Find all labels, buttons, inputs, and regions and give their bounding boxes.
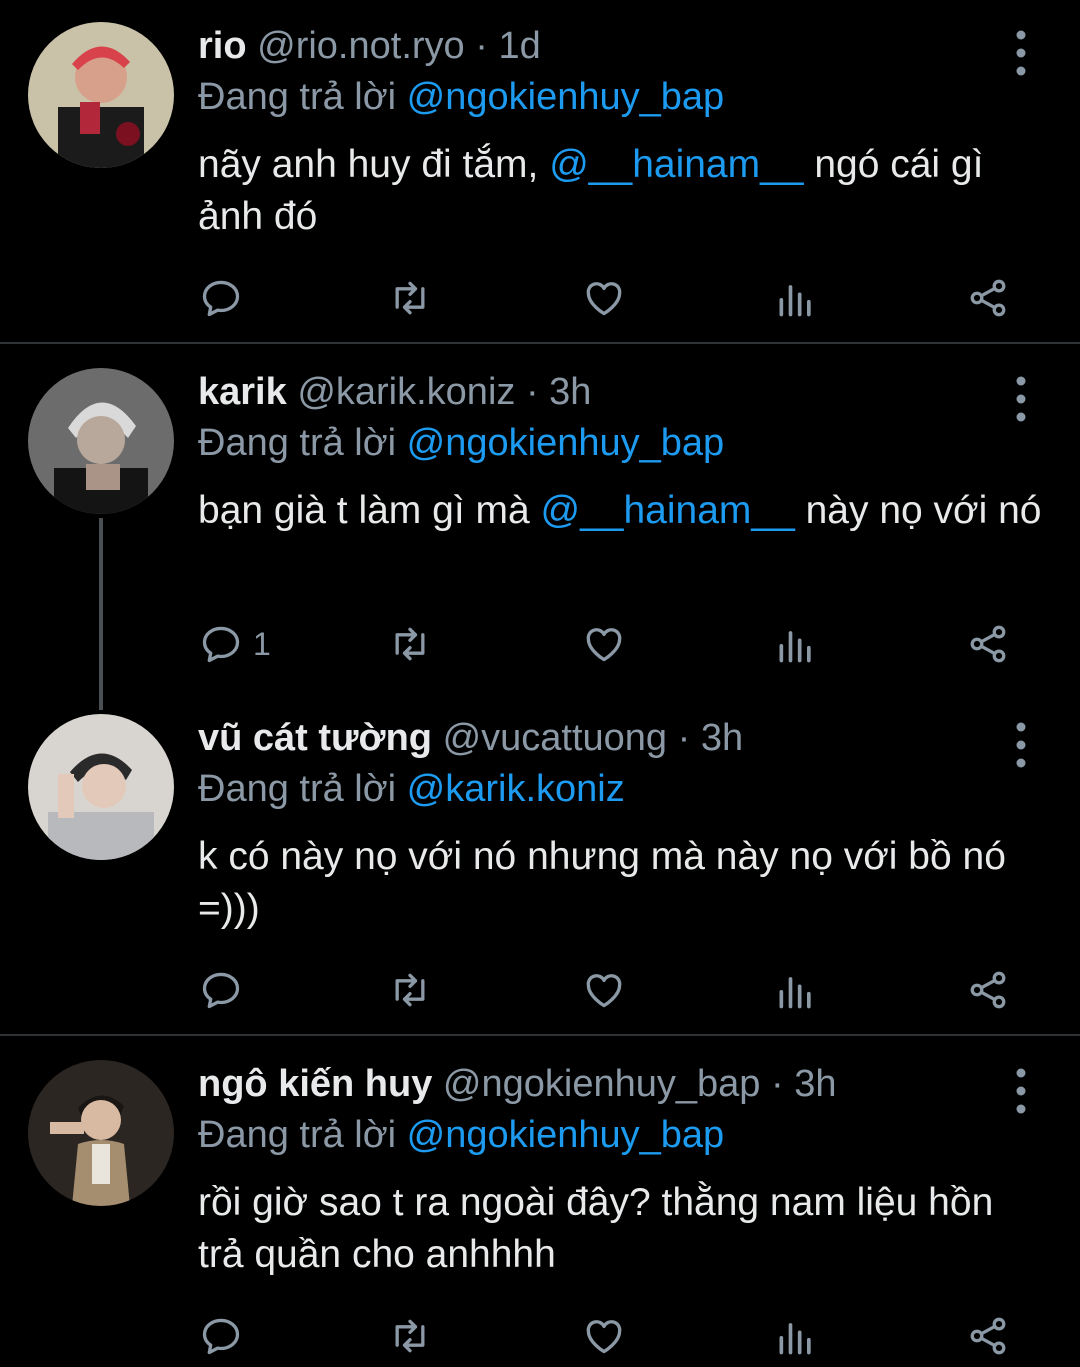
analytics-button[interactable] <box>774 1308 818 1364</box>
reply-icon <box>202 1318 240 1355</box>
divider <box>0 1034 1080 1036</box>
retweet-button[interactable] <box>388 616 432 672</box>
user-handle[interactable]: @karik.koniz <box>297 371 515 413</box>
share-button[interactable] <box>966 616 1010 672</box>
like-icon <box>586 974 622 1008</box>
reply-prefix: Đang trả lời <box>198 1114 397 1156</box>
like-icon <box>586 282 622 316</box>
tweet-text: bạn già t làm gì mà @__hainam__ này nọ v… <box>198 485 1048 537</box>
reply-context: Đang trả lời @ngokienhuy_bap <box>198 1110 724 1160</box>
reply-button[interactable] <box>199 1308 253 1364</box>
display-name[interactable]: rio <box>198 25 247 67</box>
like-icon <box>586 628 622 662</box>
action-bar: 1 <box>0 616 1080 672</box>
retweet-icon <box>395 281 425 315</box>
tweet-header: rio @rio.not.ryo · 1d <box>198 16 541 76</box>
like-button[interactable] <box>582 270 626 326</box>
analytics-icon <box>779 631 811 663</box>
thread-connector <box>99 518 103 710</box>
reply-button[interactable] <box>199 270 253 326</box>
separator: · <box>770 1063 784 1105</box>
avatar[interactable] <box>28 1060 174 1206</box>
action-bar <box>0 962 1080 1018</box>
more-icon[interactable] <box>1008 374 1034 424</box>
display-name[interactable]: ngô kiến huy <box>198 1063 432 1105</box>
text-part: bạn già t làm gì mà <box>198 489 541 532</box>
reply-count: 1 <box>253 625 271 662</box>
more-icon[interactable] <box>1008 28 1034 78</box>
text-part: rồi giờ sao t ra ngoài đây? thằng nam li… <box>198 1181 994 1276</box>
share-icon <box>970 625 1006 663</box>
analytics-button[interactable] <box>774 270 818 326</box>
mention-link[interactable]: @__hainam__ <box>549 143 803 186</box>
retweet-button[interactable] <box>388 962 432 1018</box>
reply-button[interactable]: 1 <box>199 616 271 672</box>
divider <box>0 342 1080 344</box>
analytics-button[interactable] <box>774 616 818 672</box>
share-button[interactable] <box>966 962 1010 1018</box>
analytics-icon <box>779 977 811 1009</box>
user-handle[interactable]: @ngokienhuy_bap <box>443 1063 761 1105</box>
timestamp[interactable]: 3h <box>549 371 591 413</box>
analytics-icon <box>779 1323 811 1355</box>
reply-icon <box>202 280 240 317</box>
action-bar <box>0 1308 1080 1364</box>
retweet-button[interactable] <box>388 270 432 326</box>
reply-button[interactable] <box>199 962 253 1018</box>
reply-to-link[interactable]: @ngokienhuy_bap <box>407 1114 725 1156</box>
reply-to-link[interactable]: @ngokienhuy_bap <box>407 422 725 464</box>
separator: · <box>677 717 691 759</box>
timestamp[interactable]: 3h <box>794 1063 836 1105</box>
reply-to-link[interactable]: @karik.koniz <box>407 768 625 810</box>
tweet-text: k có này nọ với nó nhưng mà này nọ với b… <box>198 831 1048 935</box>
tweet-header: ngô kiến huy @ngokienhuy_bap · 3h <box>198 1054 836 1114</box>
user-handle[interactable]: @rio.not.ryo <box>257 25 465 67</box>
avatar[interactable] <box>28 714 174 860</box>
retweet-button[interactable] <box>388 1308 432 1364</box>
mention-link[interactable]: @__hainam__ <box>541 489 795 532</box>
reply-to-link[interactable]: @ngokienhuy_bap <box>407 76 725 118</box>
share-button[interactable] <box>966 270 1010 326</box>
like-icon <box>586 1320 622 1354</box>
tweet-text: rồi giờ sao t ra ngoài đây? thằng nam li… <box>198 1177 1048 1281</box>
reply-icon <box>202 626 240 663</box>
action-bar <box>0 270 1080 326</box>
user-handle[interactable]: @vucattuong <box>443 717 668 759</box>
more-icon[interactable] <box>1008 1066 1034 1116</box>
avatar[interactable] <box>28 22 174 168</box>
separator: · <box>475 25 488 67</box>
reply-icon <box>202 972 240 1009</box>
retweet-icon <box>395 627 425 661</box>
avatar[interactable] <box>28 368 174 514</box>
retweet-icon <box>395 973 425 1007</box>
timestamp[interactable]: 1d <box>498 25 540 67</box>
like-button[interactable] <box>582 962 626 1018</box>
reply-prefix: Đang trả lời <box>198 768 397 810</box>
text-part: này nọ với nó <box>794 489 1042 532</box>
timestamp[interactable]: 3h <box>701 717 743 759</box>
retweet-icon <box>395 1319 425 1353</box>
tweet-header: karik @karik.koniz · 3h <box>198 362 591 422</box>
reply-context: Đang trả lời @ngokienhuy_bap <box>198 418 724 468</box>
share-icon <box>970 1317 1006 1355</box>
like-button[interactable] <box>582 616 626 672</box>
analytics-button[interactable] <box>774 962 818 1018</box>
reply-prefix: Đang trả lời <box>198 76 397 118</box>
share-icon <box>970 279 1006 317</box>
text-part: nãy anh huy đi tắm, <box>198 143 550 186</box>
text-part: k có này nọ với nó nhưng mà này nọ với b… <box>198 835 1006 930</box>
display-name[interactable]: karik <box>198 371 287 413</box>
reply-context: Đang trả lời @karik.koniz <box>198 764 625 814</box>
more-icon[interactable] <box>1008 720 1034 770</box>
display-name[interactable]: vũ cát tường <box>198 717 432 759</box>
like-button[interactable] <box>582 1308 626 1364</box>
tweet-header: vũ cát tường @vucattuong · 3h <box>198 708 743 768</box>
reply-prefix: Đang trả lời <box>198 422 397 464</box>
share-icon <box>970 971 1006 1009</box>
reply-context: Đang trả lời @ngokienhuy_bap <box>198 72 724 122</box>
separator: · <box>525 371 539 413</box>
tweet-text: nãy anh huy đi tắm, @__hainam__ ngó cái … <box>198 139 1048 243</box>
analytics-icon <box>779 285 811 317</box>
share-button[interactable] <box>966 1308 1010 1364</box>
